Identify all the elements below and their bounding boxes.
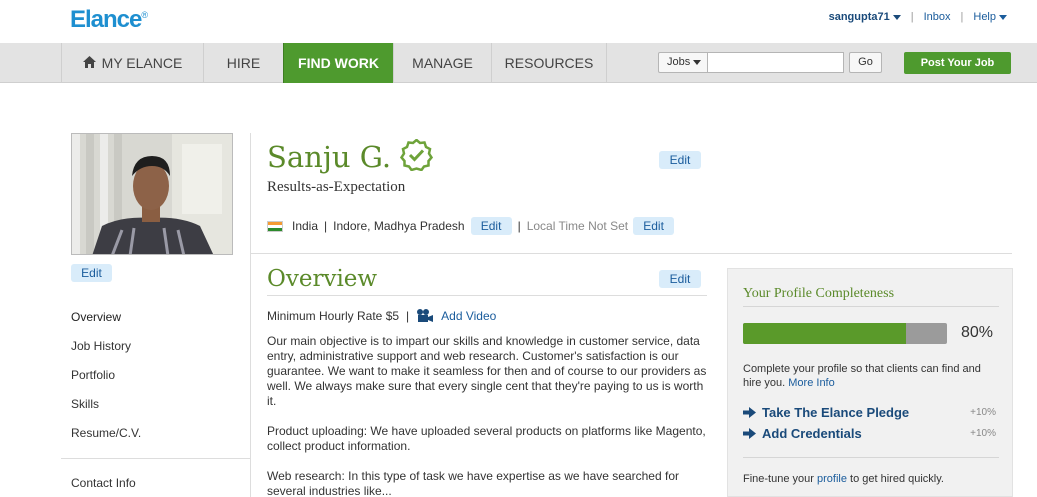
bonus-percent: +10% <box>970 428 996 439</box>
nav-manage[interactable]: MANAGE <box>393 43 491 83</box>
photo-edit-button[interactable]: Edit <box>71 264 112 282</box>
divider <box>743 306 999 307</box>
overview-paragraph: Our main objective is to impart our skil… <box>267 334 707 408</box>
completeness-progress-bar <box>743 323 947 344</box>
chevron-down-icon <box>693 59 702 65</box>
sidebar-item-contact[interactable]: Contact Info <box>71 476 136 490</box>
location-row: India | Indore, Madhya Pradesh Edit | Lo… <box>267 217 675 235</box>
bonus-percent: +10% <box>970 407 996 418</box>
rate-row: Minimum Hourly Rate $5 | Add Video <box>267 309 497 323</box>
sidebar-item-skills[interactable]: Skills <box>71 397 99 411</box>
inbox-link[interactable]: Inbox <box>924 11 951 23</box>
help-menu[interactable]: Help <box>973 11 1007 23</box>
verified-check-icon <box>400 139 433 171</box>
nav-hire[interactable]: HIRE <box>203 43 283 83</box>
profile-name: Sanju G. <box>267 140 392 174</box>
nav-find-work[interactable]: FIND WORK <box>283 43 393 83</box>
profile-completeness-panel: Your Profile Completeness 80% Complete y… <box>727 268 1013 497</box>
divider <box>250 133 251 497</box>
chevron-down-icon <box>892 14 901 20</box>
overview-edit-button[interactable]: Edit <box>659 270 701 288</box>
country: India <box>292 219 319 233</box>
progress-fill <box>743 323 907 344</box>
time-edit-button[interactable]: Edit <box>633 217 675 235</box>
action-add-credentials[interactable]: Add Credentials <box>743 426 862 441</box>
nav-my-elance[interactable]: MY ELANCE <box>61 43 203 83</box>
app-root: Elance® sangupta71 | Inbox | Help MY ELA… <box>0 0 1037 497</box>
completeness-text: Complete your profile so that clients ca… <box>743 363 981 389</box>
arrow-right-icon <box>743 407 756 418</box>
local-time: Local Time Not Set <box>526 219 629 233</box>
panel-footer: Fine-tune your profile to get hired quic… <box>743 473 944 485</box>
sidebar-item-portfolio[interactable]: Portfolio <box>71 368 115 382</box>
divider <box>743 457 999 458</box>
name-edit-button[interactable]: Edit <box>659 151 701 169</box>
elance-logo[interactable]: Elance® <box>70 6 148 34</box>
sidebar-item-overview[interactable]: Overview <box>71 310 121 324</box>
user-menu[interactable]: sangupta71 <box>829 11 901 23</box>
hourly-rate: Minimum Hourly Rate $5 <box>267 309 400 323</box>
arrow-right-icon <box>743 428 756 439</box>
chevron-down-icon <box>999 14 1007 20</box>
home-icon <box>82 56 96 69</box>
nav-resources[interactable]: RESOURCES <box>491 43 607 83</box>
city: Indore, Madhya Pradesh <box>333 219 465 233</box>
add-video-link[interactable]: Add Video <box>441 309 496 323</box>
divider <box>267 295 707 296</box>
action-take-pledge[interactable]: Take The Elance Pledge <box>743 405 909 420</box>
completeness-percent: 80% <box>961 324 994 341</box>
sidebar-item-resume[interactable]: Resume/C.V. <box>71 426 141 440</box>
india-flag-icon <box>267 220 283 232</box>
top-links: sangupta71 | Inbox | Help <box>829 11 1007 23</box>
divider <box>61 458 250 459</box>
search-bar: Jobs Go <box>658 52 882 73</box>
avatar <box>72 134 232 254</box>
location-edit-button[interactable]: Edit <box>470 217 512 235</box>
search-input[interactable] <box>708 52 844 73</box>
profile-photo <box>71 133 233 255</box>
video-camera-icon <box>417 309 434 322</box>
search-scope-select[interactable]: Jobs <box>658 52 708 73</box>
sidebar-item-job-history[interactable]: Job History <box>71 339 131 353</box>
main-nav: MY ELANCE HIRE FIND WORK MANAGE RESOURCE… <box>0 43 1037 83</box>
profile-tagline: Results-as-Expectation <box>267 179 406 195</box>
post-job-button[interactable]: Post Your Job <box>904 52 1011 74</box>
panel-title: Your Profile Completeness <box>743 286 895 301</box>
divider <box>251 253 1012 254</box>
profile-link[interactable]: profile <box>817 473 847 485</box>
overview-title: Overview <box>267 266 378 292</box>
overview-paragraph: Product uploading: We have uploaded seve… <box>267 424 706 453</box>
go-button[interactable]: Go <box>849 52 882 73</box>
overview-paragraph: Web research: In this type of task we ha… <box>267 469 679 497</box>
more-info-link[interactable]: More Info <box>788 377 834 389</box>
